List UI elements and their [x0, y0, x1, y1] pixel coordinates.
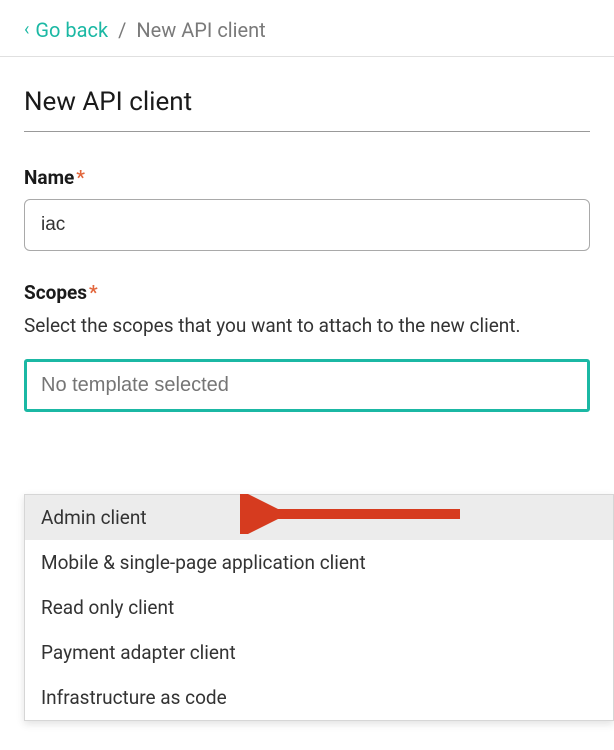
name-field-group: Name*: [24, 166, 590, 251]
dropdown-option-admin-client[interactable]: Admin client: [25, 495, 613, 540]
go-back-label: Go back: [35, 18, 108, 42]
dropdown-option-read-only-client[interactable]: Read only client: [25, 585, 613, 630]
required-star-icon: *: [76, 166, 85, 189]
name-label: Name*: [24, 166, 590, 189]
name-input[interactable]: [24, 199, 590, 251]
dropdown-option-mobile-spa-client[interactable]: Mobile & single-page application client: [25, 540, 613, 585]
scopes-label: Scopes*: [24, 281, 590, 304]
breadcrumb-current: New API client: [136, 18, 265, 42]
required-star-icon: *: [89, 281, 98, 304]
scopes-template-select[interactable]: [24, 359, 590, 412]
scopes-help-text: Select the scopes that you want to attac…: [24, 314, 590, 337]
form-content: New API client Name* Scopes* Select the …: [0, 57, 614, 412]
breadcrumb-separator: /: [118, 18, 126, 42]
title-divider: [24, 131, 590, 132]
page-title: New API client: [24, 87, 590, 117]
dropdown-option-payment-adapter-client[interactable]: Payment adapter client: [25, 630, 613, 675]
breadcrumb: ‹ Go back / New API client: [0, 0, 614, 57]
scopes-field-group: Scopes* Select the scopes that you want …: [24, 281, 590, 412]
chevron-left-icon: ‹: [24, 21, 29, 39]
go-back-link[interactable]: ‹ Go back: [24, 18, 108, 42]
name-label-text: Name: [24, 166, 74, 189]
scopes-label-text: Scopes: [24, 281, 87, 304]
dropdown-option-infrastructure-as-code[interactable]: Infrastructure as code: [25, 675, 613, 720]
template-dropdown: Admin client Mobile & single-page applic…: [24, 494, 614, 721]
